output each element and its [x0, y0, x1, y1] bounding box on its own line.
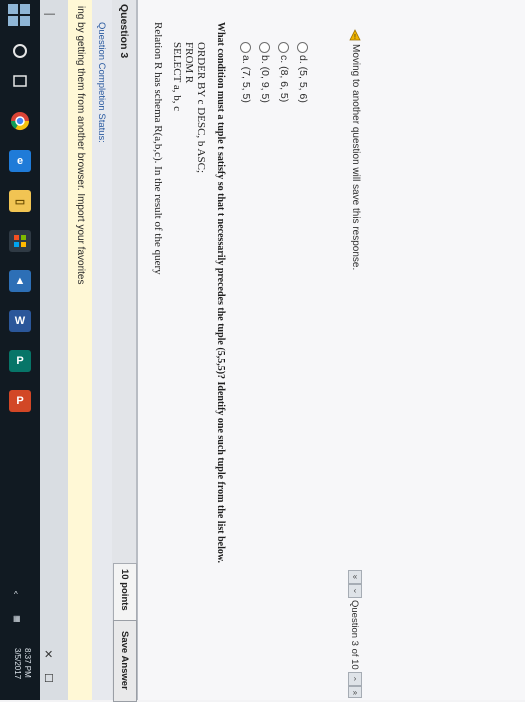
option-d-label[interactable]: d. (5, 5, 6)	[297, 55, 309, 103]
file-explorer-icon[interactable]: ▭	[9, 190, 31, 212]
minimize-icon[interactable]: —	[44, 8, 55, 20]
photos-icon[interactable]: ▲	[9, 270, 31, 292]
word-icon[interactable]: W	[9, 310, 31, 332]
option-c-radio[interactable]	[278, 42, 289, 53]
clock-date[interactable]: 3/5/2017	[13, 648, 22, 679]
option-a-radio[interactable]	[240, 42, 251, 53]
maximize-icon[interactable]: ☐	[44, 672, 54, 685]
browser-toolbar: — ✕ ☐	[40, 0, 69, 700]
save-answer-button[interactable]: Save Answer	[113, 620, 137, 702]
import-banner-text[interactable]: ing by getting them from another browser…	[75, 6, 86, 284]
query-line: ORDER BY c DESC, b ASC;	[195, 42, 207, 174]
publisher-icon[interactable]: P	[9, 350, 31, 372]
cortana-icon[interactable]	[9, 40, 31, 62]
last-question-button[interactable]: »	[348, 686, 362, 698]
question-pager: Question 3 of 10	[349, 600, 360, 670]
question-instruction: What condition must a tuple t satisfy so…	[215, 22, 226, 564]
query-line: FROM R	[183, 42, 195, 84]
option-c-label[interactable]: c. (8, 6, 5)	[278, 55, 290, 102]
import-favorites-banner: ing by getting them from another browser…	[68, 0, 93, 700]
powerpoint-icon[interactable]: P	[9, 390, 31, 412]
option-d-radio[interactable]	[297, 42, 308, 53]
start-icon[interactable]	[8, 4, 30, 26]
next-question-button[interactable]: ›	[348, 672, 362, 686]
taskbar: e ▭ ▲ W P P ^ ▦ 8:37 PM 3/5/2017	[0, 0, 40, 700]
save-warning-text: Moving to another question will save thi…	[350, 44, 361, 271]
question-status-bar: Question Completion Status:	[92, 0, 113, 700]
warning-icon: !	[349, 28, 361, 41]
chevron-up-icon[interactable]: ^	[14, 590, 18, 599]
svg-text:!: !	[354, 34, 356, 41]
clock-time[interactable]: 8:37 PM	[23, 648, 32, 678]
question-prompt: Relation R has schema R(a,b,c). In the r…	[152, 22, 164, 275]
query-line: SELECT a, b, c	[171, 42, 183, 112]
chrome-icon[interactable]	[9, 110, 31, 132]
close-icon[interactable]: ✕	[44, 648, 53, 661]
store-icon[interactable]	[9, 230, 31, 252]
points-badge: 10 points	[113, 563, 137, 621]
previous-question-button[interactable]: ‹	[348, 584, 362, 598]
option-a-label[interactable]: a. (7, 5, 5)	[240, 55, 252, 103]
system-tray: ^ ▦ 8:37 PM 3/5/2017	[0, 590, 40, 700]
edge-icon[interactable]: e	[9, 150, 31, 172]
first-question-button[interactable]: «	[348, 570, 362, 584]
task-view-icon[interactable]	[9, 70, 31, 92]
question-body: Relation R has schema R(a,b,c). In the r…	[136, 0, 525, 700]
option-b-radio[interactable]	[259, 42, 270, 53]
question-completion-status-link[interactable]: Question Completion Status:	[96, 22, 107, 143]
question-number: Question 3	[118, 4, 130, 59]
network-icon[interactable]: ▦	[13, 614, 21, 623]
option-b-label[interactable]: b. (0, 9, 5)	[259, 55, 271, 103]
